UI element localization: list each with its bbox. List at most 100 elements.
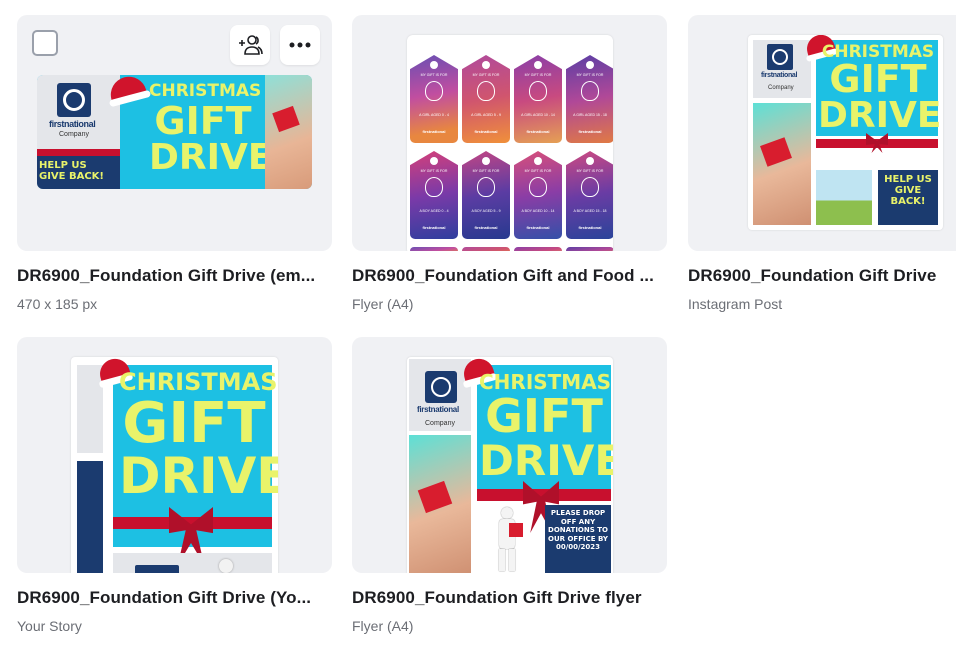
headline-line3: DRIVE — [818, 95, 942, 136]
more-horizontal-icon — [289, 42, 311, 48]
gift-tag: MY GIFT IS FOR A BOY AGED 0 - 4 firstnatio… — [410, 151, 458, 239]
design-card[interactable]: MY GIFT IS FOR A GIRL AGED 0 - 4 firstnati… — [352, 15, 667, 312]
child-face-icon — [477, 177, 495, 197]
tag-age: A BOY AGED 0 - 4 — [419, 209, 449, 213]
design-thumbnail[interactable]: firstnational Company HELP US GIVE BACK!… — [17, 15, 332, 251]
child-face-icon — [529, 177, 547, 197]
headline-line3: DRIVE — [479, 436, 613, 485]
gift-tag-partial — [410, 247, 458, 251]
tag-heading: MY GIFT IS FOR — [472, 73, 500, 77]
tag-heading: MY GIFT IS FOR — [524, 169, 552, 173]
gift-photo — [265, 75, 312, 189]
gift-tag: MY GIFT IS FOR A BOY AGED 15 - 18 firstnat… — [566, 151, 613, 239]
tag-heading: MY GIFT IS FOR — [472, 169, 500, 173]
child-face-icon — [581, 81, 599, 101]
design-title[interactable]: DR6900_Foundation Gift Drive (Yo... — [17, 588, 335, 608]
tag-brand: firstnational — [526, 225, 550, 230]
headline-line3: DRIVE — [149, 137, 273, 178]
design-subtitle: 470 x 185 px — [17, 296, 98, 312]
design-thumbnail[interactable]: firstnational Company CHRISTMAS GIFT DRI… — [352, 337, 667, 573]
bow-icon — [866, 133, 888, 153]
design-preview: CHRISTMAS GIFT DRIVE — [71, 357, 278, 573]
design-card[interactable]: firstnational Company CHRISTMAS GIFT DRI… — [688, 15, 956, 312]
gift-tag-partial — [514, 247, 562, 251]
headline-line2: GIFT — [485, 389, 603, 443]
tag-age: A GIRL AGED 5 - 9 — [471, 113, 501, 117]
logo-icon — [425, 371, 457, 403]
tag-age: A GIRL AGED 15 - 18 — [573, 113, 607, 117]
design-preview: firstnational Company HELP US GIVE BACK!… — [37, 75, 312, 189]
gift-tag: MY GIFT IS FOR A GIRL AGED 15 - 18 firstna… — [566, 55, 613, 143]
design-title[interactable]: DR6900_Foundation Gift Drive — [688, 266, 956, 286]
tag-heading: MY GIFT IS FOR — [420, 169, 448, 173]
design-thumbnail[interactable]: MY GIFT IS FOR A GIRL AGED 0 - 4 firstnati… — [352, 15, 667, 251]
gift-photo — [409, 435, 471, 573]
design-card[interactable]: CHRISTMAS GIFT DRIVE DR6900_Foundation G… — [17, 337, 332, 634]
company-label: Company — [425, 420, 455, 427]
design-title[interactable]: DR6900_Foundation Gift Drive (em... — [17, 266, 335, 286]
brand-name: firstnational — [417, 405, 459, 414]
select-checkbox[interactable] — [32, 30, 58, 56]
tag-heading: MY GIFT IS FOR — [420, 73, 448, 77]
tag-age: A BOY AGED 5 - 9 — [471, 209, 501, 213]
design-preview: firstnational Company CHRISTMAS GIFT DRI… — [407, 357, 613, 573]
design-thumbnail[interactable]: firstnational Company CHRISTMAS GIFT DRI… — [688, 15, 956, 251]
logo-icon — [57, 83, 91, 117]
photo-placeholder — [816, 170, 872, 225]
child-face-icon — [425, 81, 443, 101]
headline-line2: GIFT — [154, 99, 252, 143]
tag-age: A GIRL AGED 10 - 14 — [521, 113, 555, 117]
brand-name: firstnational — [761, 72, 798, 79]
tag-brand: firstnational — [526, 129, 550, 134]
child-face-icon — [529, 81, 547, 101]
tag-brand: firstnational — [578, 225, 602, 230]
design-subtitle: Flyer (A4) — [352, 296, 414, 312]
gift-tag-partial — [566, 247, 613, 251]
tag-age: A BOY AGED 15 - 18 — [573, 209, 607, 213]
tag-brand: firstnational — [422, 129, 446, 134]
tag-heading: MY GIFT IS FOR — [576, 73, 604, 77]
design-preview: firstnational Company CHRISTMAS GIFT DRI… — [748, 35, 943, 230]
child-face-icon — [477, 81, 495, 101]
design-subtitle: Your Story — [17, 618, 82, 634]
design-subtitle: Instagram Post — [688, 296, 783, 312]
gift-photo — [753, 103, 811, 225]
design-title[interactable]: DR6900_Foundation Gift and Food ... — [352, 266, 670, 286]
tag-brand: firstnational — [422, 225, 446, 230]
company-label: Company — [59, 131, 89, 138]
child-face-icon — [425, 177, 443, 197]
tag-heading: MY GIFT IS FOR — [576, 169, 604, 173]
headline-line2: GIFT — [122, 391, 266, 456]
design-title[interactable]: DR6900_Foundation Gift Drive flyer — [352, 588, 670, 608]
design-preview: MY GIFT IS FOR A GIRL AGED 0 - 4 firstnati… — [407, 35, 613, 251]
share-button[interactable] — [230, 25, 270, 65]
tag-brand: firstnational — [578, 129, 602, 134]
design-card[interactable]: firstnational Company HELP US GIVE BACK!… — [17, 15, 332, 312]
tag-heading: MY GIFT IS FOR — [524, 73, 552, 77]
headline-line1: CHRISTMAS — [149, 81, 262, 101]
logo-icon — [767, 44, 793, 70]
figure-with-gift-icon — [487, 507, 527, 573]
tag-brand: firstnational — [474, 225, 498, 230]
gift-tag: MY GIFT IS FOR A GIRL AGED 10 - 14 firstna… — [514, 55, 562, 143]
help-banner-text: HELP US GIVE BACK! — [884, 174, 932, 207]
design-card[interactable]: firstnational Company CHRISTMAS GIFT DRI… — [352, 337, 667, 634]
design-subtitle: Flyer (A4) — [352, 618, 414, 634]
gift-tag: MY GIFT IS FOR A GIRL AGED 0 - 4 firstnati… — [410, 55, 458, 143]
headline-line3: DRIVE — [119, 447, 278, 505]
add-people-icon — [239, 35, 263, 55]
tag-age: A GIRL AGED 0 - 4 — [419, 113, 449, 117]
dropoff-text: PLEASE DROP OFF ANY DONATIONS TO OUR OFF… — [548, 509, 608, 551]
tag-age: A BOY AGED 10 - 14 — [521, 209, 555, 213]
headline-line2: GIFT — [829, 57, 927, 101]
design-thumbnail[interactable]: CHRISTMAS GIFT DRIVE — [17, 337, 332, 573]
help-banner-text: HELP US GIVE BACK! — [39, 160, 104, 182]
child-face-icon — [581, 177, 599, 197]
tag-brand: firstnational — [474, 129, 498, 134]
gift-tag-partial — [462, 247, 510, 251]
brand-name: firstnational — [49, 119, 96, 129]
gift-tag: MY GIFT IS FOR A BOY AGED 10 - 14 firstnat… — [514, 151, 562, 239]
gift-tag: MY GIFT IS FOR A BOY AGED 5 - 9 firstnatio… — [462, 151, 510, 239]
more-options-button[interactable] — [280, 25, 320, 65]
company-label: Company — [768, 85, 794, 91]
